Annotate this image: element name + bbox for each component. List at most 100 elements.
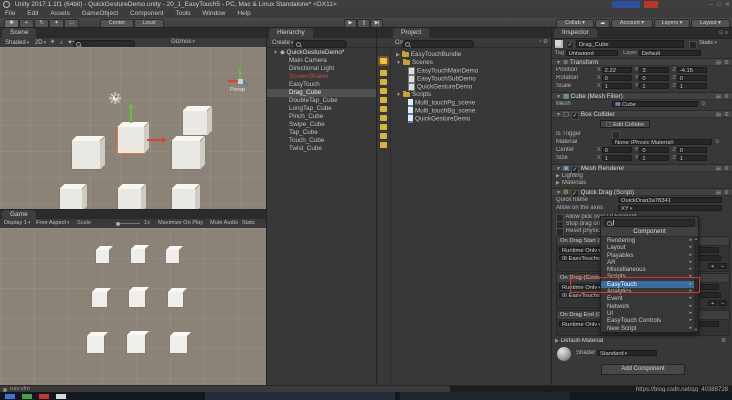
rotation-x-field[interactable]: 0	[602, 75, 632, 81]
object-picker-icon[interactable]: ⊙	[701, 101, 706, 107]
position-x-field[interactable]: 2.22	[602, 67, 632, 73]
asset-icon[interactable]	[380, 88, 387, 94]
asset-icon[interactable]	[380, 142, 387, 148]
scene-cube[interactable]	[118, 189, 141, 212]
position-y-field[interactable]: 3	[639, 67, 669, 73]
project-scene-easytouchmaindemo[interactable]: EasyTouchMainDemo	[392, 67, 552, 75]
move-gizmo-y-axis[interactable]	[130, 105, 132, 123]
help-icon[interactable]: ▤	[716, 93, 721, 101]
menu-item-playables[interactable]: Playables	[601, 252, 698, 259]
stats-toggle[interactable]: Stats	[242, 219, 255, 228]
layout-button[interactable]: Layout ▾	[691, 19, 730, 28]
gear-icon[interactable]: ⚙	[721, 338, 726, 345]
scroll-down-icon[interactable]: ▼	[694, 327, 698, 332]
mesh-renderer-header[interactable]: ▼▣✓Mesh Renderer⚙▤	[552, 164, 732, 172]
asset-icon[interactable]	[380, 79, 387, 85]
menu-item-miscellaneous[interactable]: Miscellaneous	[601, 266, 698, 273]
event-remove-button[interactable]: −	[718, 300, 727, 306]
size-y-field[interactable]: 1	[639, 155, 669, 161]
hierarchy-create-button[interactable]: Create	[270, 39, 296, 48]
scene-viewport[interactable]: ☀▼ Persp	[0, 47, 267, 210]
quick-name-field[interactable]: QuickDrag3a78341	[618, 197, 722, 203]
scale-x-field[interactable]: 1	[602, 83, 632, 89]
project-scene-quickgesturedemo[interactable]: QuickGestureDemo	[392, 83, 552, 91]
scroll-up-icon[interactable]: ▲	[694, 236, 698, 241]
box-collider-header[interactable]: ▼▢✓Box Collider⚙▤	[552, 110, 732, 118]
hierarchy-scene-root[interactable]: ▼◆ QuickGestureDemo*	[267, 49, 377, 57]
tab-inspector[interactable]: Inspector	[554, 28, 597, 38]
hierarchy-item-main-camera[interactable]: Main Camera	[267, 57, 377, 65]
lighting-toggle-icon[interactable]: ☀	[50, 40, 55, 46]
asset-icon[interactable]	[380, 124, 387, 130]
rotation-z-field[interactable]: 0	[677, 75, 707, 81]
gear-icon[interactable]: ⚙	[724, 111, 729, 119]
maximize-on-play-toggle[interactable]: Maximize On Play	[158, 219, 203, 228]
event-remove-button[interactable]: −	[718, 263, 727, 269]
add-component-button[interactable]: Add Component	[601, 364, 685, 375]
lighting-foldout[interactable]: ▶Lighting	[556, 173, 583, 180]
active-checkbox[interactable]: ✓	[566, 41, 574, 48]
materials-foldout[interactable]: ▶Materials	[556, 180, 586, 187]
position-z-field[interactable]: -4.15	[677, 67, 707, 73]
pivot-toggle-button[interactable]: Center	[100, 19, 134, 28]
tab-scene[interactable]: Scene	[2, 28, 36, 38]
gear-icon[interactable]: ⚙	[724, 165, 729, 173]
hierarchy-search-input[interactable]	[293, 40, 347, 48]
center-y-field[interactable]: 0	[639, 147, 669, 153]
is-trigger-checkbox[interactable]	[612, 131, 620, 138]
scene-cube[interactable]	[60, 189, 82, 211]
size-z-field[interactable]: 1	[677, 155, 707, 161]
foldout-icon[interactable]: ▼	[273, 50, 278, 56]
asset-icon[interactable]	[380, 133, 387, 139]
static-dropdown[interactable]: Static	[697, 40, 719, 46]
scene-cube[interactable]	[172, 189, 195, 212]
help-icon[interactable]: ▤	[716, 111, 721, 119]
axes-dropdown[interactable]: XY	[618, 205, 722, 211]
size-x-field[interactable]: 1	[602, 155, 632, 161]
hierarchy-item-pinch-cube[interactable]: Pinch_Cube	[267, 113, 377, 121]
asset-icon[interactable]	[380, 70, 387, 76]
project-folder-scripts[interactable]: ▼Scripts	[392, 91, 552, 99]
display-dropdown[interactable]: Display 1	[2, 219, 33, 228]
hierarchy-item-swipe-cube[interactable]: Swipe_Cube	[267, 121, 377, 129]
component-search-input[interactable]	[604, 219, 695, 227]
cloud-icon[interactable]: ☁	[595, 19, 610, 28]
close-button[interactable]: ✕	[725, 2, 730, 8]
persp-label[interactable]: Persp	[230, 87, 245, 93]
hierarchy-item-touch-cube[interactable]: Touch_Cube	[267, 137, 377, 145]
scale-slider[interactable]	[118, 223, 140, 224]
static-checkbox[interactable]	[689, 41, 697, 48]
hierarchy-item-easytouch[interactable]: EasyTouch	[267, 81, 377, 89]
menu-component[interactable]: Component	[125, 9, 169, 18]
reset-physic-checkbox[interactable]	[556, 228, 564, 235]
scale-y-field[interactable]: 1	[639, 83, 669, 89]
hierarchy-item-screenshaker[interactable]: ScreenShaker	[267, 73, 377, 81]
material-preview-header[interactable]: ▶Default-Material⚙	[555, 338, 729, 345]
allow-pick-checkbox[interactable]	[556, 214, 564, 221]
project-search-input[interactable]	[402, 40, 474, 48]
menu-window[interactable]: Window	[197, 9, 230, 18]
menu-file[interactable]: File	[0, 9, 20, 18]
tab-project[interactable]: Project	[393, 28, 429, 38]
rotate-tool-icon[interactable]: ↻	[34, 19, 49, 28]
scale-slider-handle[interactable]	[116, 222, 120, 226]
stop-drag-checkbox[interactable]	[556, 221, 564, 228]
minimize-button[interactable]: –	[709, 2, 712, 8]
event-add-button[interactable]: +	[708, 300, 717, 306]
menu-item-network[interactable]: Network	[601, 303, 698, 310]
audio-toggle-icon[interactable]: ♪	[60, 40, 63, 46]
scene-cube[interactable]	[172, 141, 200, 169]
hierarchy-item-directional-light[interactable]: Directional Light	[267, 65, 377, 73]
menu-item-ar[interactable]: AR	[601, 259, 698, 266]
scale-tool-icon[interactable]: ✦	[49, 19, 64, 28]
collab-button[interactable]: Collab ▾	[556, 19, 594, 28]
menu-item-new-script[interactable]: New Script	[601, 325, 698, 332]
hierarchy-item-longtap-cube[interactable]: LongTap_Cube	[267, 105, 377, 113]
asset-icon[interactable]	[380, 115, 387, 121]
project-script-quickgesturedemo[interactable]: QuickGestureDemo	[392, 115, 552, 123]
hierarchy-item-drag-cube[interactable]: Drag_Cube	[267, 89, 377, 97]
asset-icon[interactable]	[380, 97, 387, 103]
help-icon[interactable]: ▤	[716, 189, 721, 197]
scale-z-field[interactable]: 1	[677, 83, 707, 89]
hierarchy-item-doubletap-cube[interactable]: DoubleTap_Cube	[267, 97, 377, 105]
